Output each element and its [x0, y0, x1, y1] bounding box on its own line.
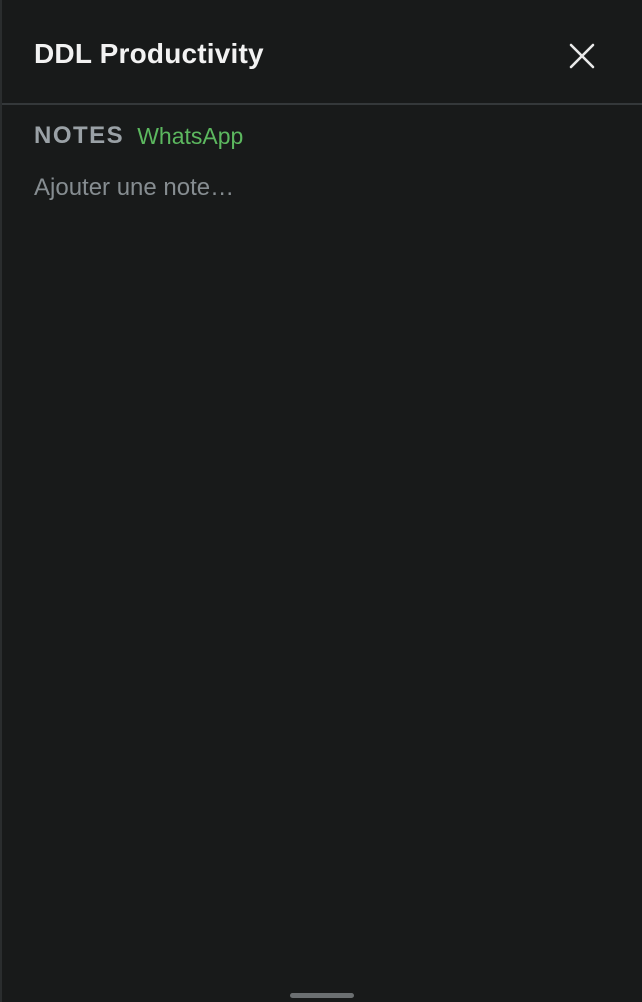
- panel-title: DDL Productivity: [34, 38, 264, 69]
- note-input[interactable]: [34, 168, 610, 948]
- notes-panel: DDL Productivity NOTES WhatsApp: [0, 0, 642, 1002]
- panel-header: DDL Productivity: [2, 0, 642, 105]
- notes-section-header: NOTES WhatsApp: [34, 121, 243, 151]
- drag-handle[interactable]: [290, 993, 354, 998]
- close-button[interactable]: [562, 36, 602, 76]
- notes-section-label: NOTES: [34, 122, 125, 149]
- close-icon: [569, 43, 595, 69]
- app-tag: WhatsApp: [137, 122, 244, 149]
